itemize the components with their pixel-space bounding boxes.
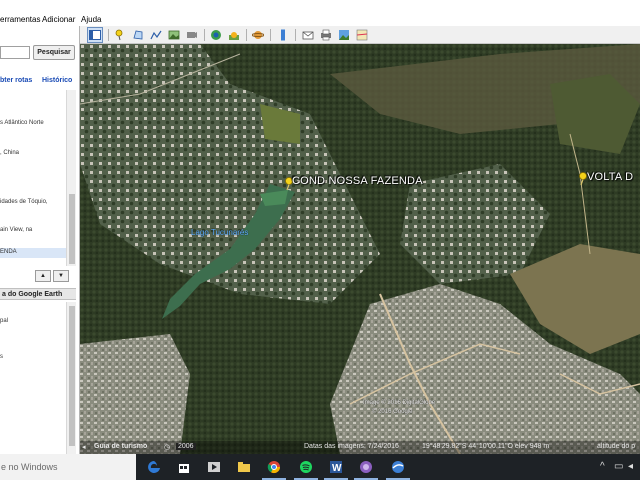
list-item[interactable]: s Atlântico Norte <box>0 120 44 126</box>
status-bar: ◂ Guia de turismo ◷ 2006 Datas das image… <box>80 441 640 454</box>
add-path-button[interactable] <box>148 27 164 43</box>
add-placemark-button[interactable] <box>112 27 128 43</box>
speaker-icon[interactable]: ◂ <box>82 443 86 451</box>
planet-icon <box>252 31 264 39</box>
app-icon[interactable] <box>354 459 378 480</box>
taskbar-search-box[interactable]: e no Windows <box>0 454 136 480</box>
move-down-button[interactable]: ▼ <box>53 270 69 282</box>
email-button[interactable] <box>300 27 316 43</box>
network-icon[interactable]: ▭ <box>614 461 623 472</box>
svg-text:W: W <box>332 463 342 474</box>
sunlight-button[interactable] <box>226 27 242 43</box>
media-player-icon[interactable] <box>206 459 222 475</box>
save-image-icon <box>339 30 349 40</box>
toolbar <box>80 26 640 44</box>
list-item[interactable]: s <box>0 354 3 360</box>
windows-taskbar: e no Windows W ^ ▭ ◂ <box>0 454 640 480</box>
planets-button[interactable] <box>250 27 266 43</box>
sun-icon <box>229 32 239 40</box>
arrow-up-icon: ▲ <box>40 273 46 279</box>
menu-bar: erramentas Adicionar Ajuda <box>0 0 640 26</box>
chevron-up-icon[interactable]: ^ <box>600 461 605 472</box>
menu-tools[interactable]: erramentas <box>0 15 40 24</box>
sidebar-toggle-button[interactable] <box>87 27 103 43</box>
record-tour-icon <box>187 32 197 38</box>
add-polygon-button[interactable] <box>130 27 146 43</box>
volume-icon[interactable]: ◂ <box>628 461 633 472</box>
places-list: pal s <box>0 302 66 452</box>
ruler-button[interactable] <box>275 27 291 43</box>
earth-view[interactable]: COND NOSSA FAZENDA VOLTA D Lago Tucunaré… <box>80 44 640 454</box>
lake-label[interactable]: Lago Tucunarés <box>191 228 248 237</box>
list-item[interactable]: ain View, na <box>0 227 32 233</box>
placemark-label[interactable]: COND NOSSA FAZENDA <box>292 175 423 187</box>
spotify-icon[interactable] <box>294 459 318 480</box>
search-results-list: s Atlântico Norte , China idades de Tóqu… <box>0 90 66 290</box>
print-button[interactable] <box>318 27 334 43</box>
imagery-copyright: Image © 2016 DigitalGlobe <box>363 400 436 406</box>
search-button[interactable]: Pesquisar <box>33 45 75 60</box>
ruler-icon <box>281 29 285 41</box>
coordinates-readout: 19°48'29.82"S 44°10'00.11"O elev 948 m <box>422 443 550 450</box>
maps-icon <box>356 29 368 41</box>
print-icon <box>321 29 331 41</box>
satellite-imagery <box>80 44 640 454</box>
sidebar: Pesquisar bter rotas Histórico s Atlânti… <box>0 26 80 454</box>
word-icon[interactable]: W <box>324 459 348 480</box>
email-icon <box>302 31 314 40</box>
tour-guide-button[interactable]: Guia de turismo <box>94 443 147 450</box>
list-item-selected[interactable]: ENDA <box>0 248 66 258</box>
placemark-label[interactable]: VOLTA D <box>587 171 633 183</box>
google-copyright: © 2016 Google <box>372 409 413 415</box>
scrollbar-thumb[interactable] <box>69 194 75 264</box>
pin-icon <box>115 29 123 41</box>
list-item[interactable]: pal <box>0 318 8 324</box>
view-in-maps-button[interactable] <box>354 27 370 43</box>
historical-year[interactable]: 2006 <box>176 443 196 450</box>
results-scrollbar[interactable] <box>66 90 76 266</box>
history-link[interactable]: Histórico <box>42 77 72 84</box>
list-item[interactable]: idades de Tóquio, <box>0 199 48 205</box>
places-panel-header[interactable]: a do Google Earth <box>0 288 76 300</box>
search-input[interactable] <box>0 46 30 59</box>
places-scrollbar[interactable] <box>66 302 76 454</box>
sidebar-icon <box>89 30 101 40</box>
file-explorer-icon[interactable] <box>236 459 252 475</box>
chrome-icon[interactable] <box>262 459 286 480</box>
path-icon <box>150 30 162 40</box>
google-earth-icon[interactable] <box>386 459 410 480</box>
menu-help[interactable]: Ajuda <box>81 15 101 24</box>
eye-altitude: altitude do p <box>597 443 636 450</box>
polygon-icon <box>133 30 143 40</box>
clock-icon[interactable]: ◷ <box>164 443 170 451</box>
save-image-button[interactable] <box>336 27 352 43</box>
record-tour-button[interactable] <box>184 27 200 43</box>
menu-add[interactable]: Adicionar <box>42 15 75 24</box>
scrollbar-thumb[interactable] <box>69 306 75 446</box>
imagery-date: Datas das imagens: 7/24/2016 <box>304 443 399 450</box>
list-item[interactable]: , China <box>0 150 19 156</box>
move-up-button[interactable]: ▲ <box>35 270 51 282</box>
arrow-down-icon: ▼ <box>58 273 64 279</box>
add-overlay-button[interactable] <box>166 27 182 43</box>
store-icon[interactable] <box>176 459 192 475</box>
edge-icon[interactable] <box>146 459 162 475</box>
overlay-icon <box>168 30 180 40</box>
historical-imagery-button[interactable] <box>208 27 224 43</box>
historical-imagery-icon <box>211 30 221 40</box>
google-earth-window: erramentas Adicionar Ajuda Pesquisar bte… <box>0 0 640 480</box>
get-directions-link[interactable]: bter rotas <box>0 77 32 84</box>
